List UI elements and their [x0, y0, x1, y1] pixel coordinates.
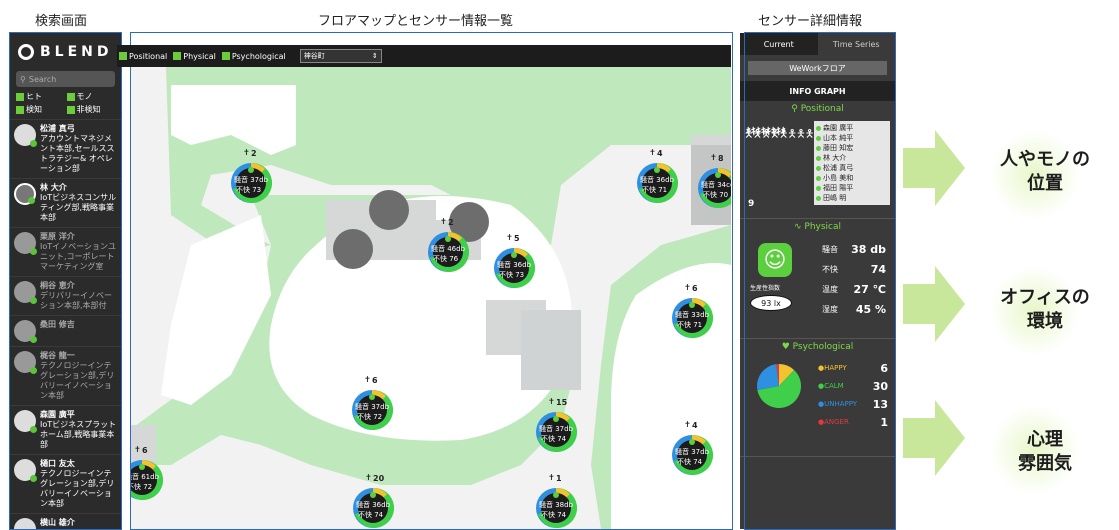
search-outline	[9, 32, 122, 530]
detail-outline	[744, 32, 896, 530]
toggle-positional[interactable]: Positional	[119, 52, 167, 61]
location-select[interactable]: 神谷町 ⇕	[299, 49, 382, 63]
checkbox-icon	[173, 52, 182, 60]
section-label-detail: センサー詳細情報	[758, 14, 863, 29]
label-position: 人やモノの 位置	[980, 148, 1110, 196]
label-line: 雰囲気	[1018, 453, 1072, 474]
label-line: 位置	[1027, 173, 1063, 194]
toggle-label: Psychological	[231, 51, 286, 61]
label-line: オフィスの	[1000, 287, 1090, 308]
section-label-floormap: フロアマップとセンサー情報一覧	[318, 14, 514, 29]
section-label-search: 検索画面	[35, 14, 88, 29]
arrow-right-icon	[903, 130, 965, 206]
label-line: 環境	[1027, 311, 1063, 332]
toggle-psychological[interactable]: Psychological	[221, 51, 286, 61]
label-line: 人やモノの	[1000, 149, 1090, 170]
label-environment: オフィスの 環境	[980, 286, 1110, 334]
arrow-right-icon	[903, 400, 965, 476]
toggle-physical[interactable]: Physical	[173, 52, 216, 61]
select-arrow-icon: ⇕	[371, 52, 378, 60]
toggle-label: Physical	[183, 51, 216, 61]
map-topbar: Positional Physical Psychological 神谷町 ⇕	[117, 45, 731, 67]
toggle-label: Positional	[129, 51, 168, 61]
label-line: 心理	[1027, 429, 1063, 450]
checkbox-icon	[221, 52, 230, 60]
location-select-value: 神谷町	[303, 52, 325, 60]
checkbox-icon	[119, 52, 127, 60]
floormap-outline	[130, 32, 733, 530]
arrow-right-icon	[903, 266, 965, 342]
label-mood: 心理 雰囲気	[980, 428, 1110, 476]
